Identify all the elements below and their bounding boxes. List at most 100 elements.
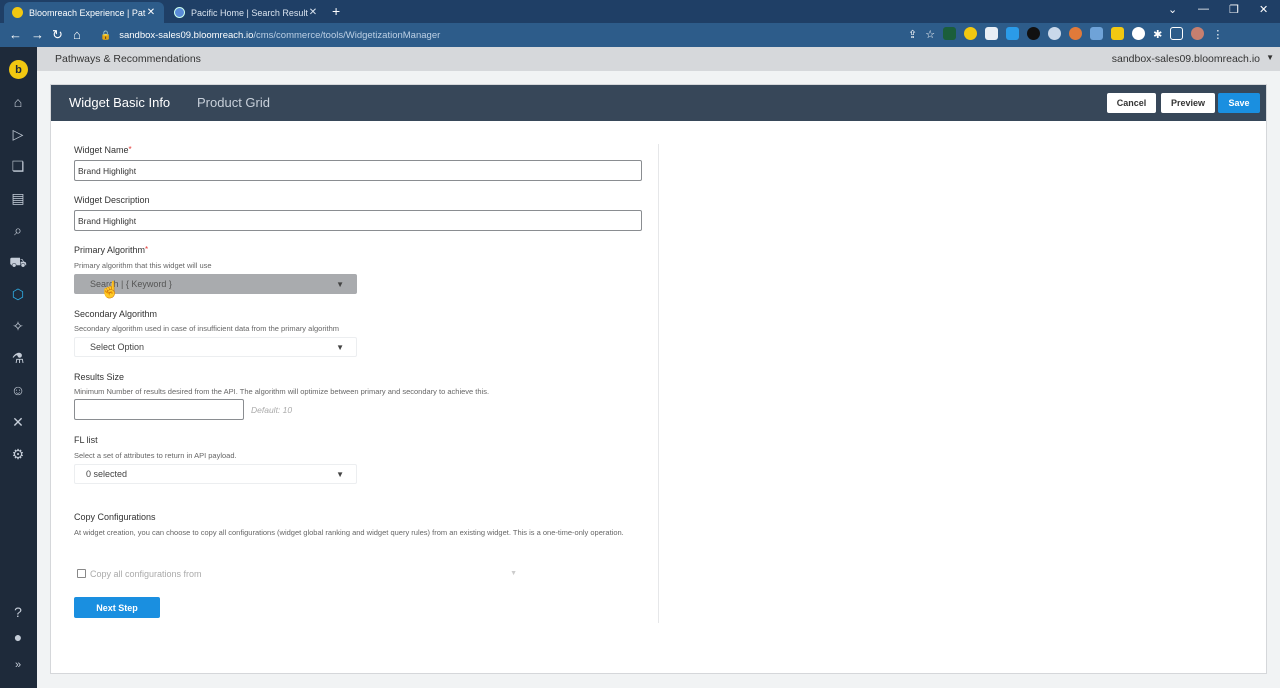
extension-bloomreach-icon[interactable]: [964, 27, 978, 40]
tab-search-chevron-icon[interactable]: ⌄: [1168, 3, 1177, 16]
copy-configurations-label: Copy Configurations: [74, 512, 156, 522]
extension-qr-icon[interactable]: [985, 27, 999, 40]
app-sidebar: b ⌂ ▷ ❏ ▤ ⌕ ⛟ ⬡ ✧ ⚗ ☺ ✕ ⚙ ? ● »: [0, 47, 37, 688]
flask-icon[interactable]: ⚗: [9, 349, 27, 367]
secondary-algorithm-label: Secondary Algorithm: [74, 309, 158, 319]
tab-title: Bloomreach Experience | Pathways: [29, 7, 146, 18]
cancel-button[interactable]: Cancel: [1107, 93, 1156, 113]
copy-configurations-checkbox[interactable]: [77, 569, 86, 578]
home-icon[interactable]: ⌂: [73, 27, 81, 43]
browser-tab-pacific-home[interactable]: Pacific Home | Search Results ✕: [166, 2, 326, 23]
widget-description-label: Widget Description: [74, 195, 150, 205]
browser-menu-icon[interactable]: ⋮: [1212, 27, 1223, 43]
search-document-icon[interactable]: ⌕: [9, 221, 27, 239]
home-icon[interactable]: ⌂: [9, 93, 27, 111]
extension-green-icon[interactable]: [943, 27, 957, 40]
play-icon[interactable]: ▷: [9, 125, 27, 143]
section-title: Pathways & Recommendations: [55, 53, 201, 65]
pacific-home-favicon-icon: [174, 7, 185, 18]
extension-toolbar: ⇪ ☆ ✱ ⋮: [908, 27, 1223, 43]
tools-icon[interactable]: ✕: [9, 413, 27, 431]
lock-icon: 🔒: [100, 29, 112, 40]
url-host: sandbox-sales09.bloomreach.io: [119, 29, 254, 41]
document-icon[interactable]: ▤: [9, 189, 27, 207]
chevron-down-icon: ▼: [336, 280, 344, 289]
primary-algorithm-label: Primary Algorithm*: [74, 245, 149, 255]
lightbulb-icon[interactable]: ✧: [9, 317, 27, 335]
users-icon[interactable]: ☺: [9, 381, 27, 399]
help-icon[interactable]: ?: [9, 603, 27, 621]
results-size-input[interactable]: [74, 399, 244, 420]
restore-window-icon[interactable]: ❐: [1229, 3, 1239, 16]
profile-avatar-icon[interactable]: [1191, 27, 1205, 40]
url-path: /cms/commerce/tools/WidgetizationManager: [253, 29, 441, 41]
fl-list-select[interactable]: 0 selected ▼: [74, 464, 357, 484]
content-icon[interactable]: ❏: [9, 157, 27, 175]
back-arrow-icon[interactable]: ←: [9, 27, 22, 43]
extension-blue-icon[interactable]: [1006, 27, 1020, 40]
preview-button[interactable]: Preview: [1161, 93, 1215, 113]
extensions-puzzle-icon[interactable]: ✱: [1153, 27, 1162, 43]
chevron-down-icon: ▼: [336, 343, 344, 352]
bloomreach-logo-icon[interactable]: b: [9, 60, 28, 79]
secondary-algorithm-select[interactable]: Select Option ▼: [74, 337, 357, 357]
tab-title: Pacific Home | Search Results: [191, 7, 308, 18]
bloomreach-favicon-icon: [12, 7, 23, 18]
required-marker: *: [128, 145, 132, 154]
expand-chevron-icon[interactable]: »: [9, 656, 27, 674]
required-marker: *: [145, 245, 149, 254]
extension-badge-icon[interactable]: [1090, 27, 1104, 40]
user-icon[interactable]: ●: [9, 628, 27, 646]
browser-tab-bloomreach[interactable]: Bloomreach Experience | Pathways ✕: [4, 2, 164, 23]
column-divider: [658, 144, 659, 623]
chevron-down-icon[interactable]: ▼: [510, 570, 517, 577]
browser-address-bar: ← → ↻ ⌂ 🔒 sandbox-sales09.bloomreach.io …: [0, 23, 1280, 47]
new-tab-plus-icon[interactable]: +: [332, 3, 340, 19]
widget-name-input[interactable]: Brand Highlight: [74, 160, 642, 181]
fl-list-hint: Select a set of attributes to return in …: [74, 451, 237, 460]
bookmark-star-icon[interactable]: ☆: [925, 27, 935, 43]
copy-configurations-hint: At widget creation, you can choose to co…: [74, 528, 624, 537]
chevron-down-icon: ▼: [336, 470, 344, 479]
secondary-algorithm-value: Select Option: [90, 342, 145, 352]
results-size-label: Results Size: [74, 372, 125, 382]
widget-description-input[interactable]: Brand Highlight: [74, 210, 642, 231]
extension-off-icon[interactable]: [1111, 27, 1125, 40]
share-icon[interactable]: ⇪: [908, 27, 917, 43]
results-size-default-hint: Default: 10: [251, 405, 293, 415]
reload-icon[interactable]: ↻: [52, 27, 63, 43]
sidebar-panel-icon[interactable]: [1170, 27, 1184, 40]
settings-gear-icon[interactable]: ⚙: [9, 445, 27, 463]
save-button[interactable]: Save: [1218, 93, 1260, 113]
cart-icon[interactable]: ⛟: [9, 253, 27, 271]
url-field[interactable]: 🔒 sandbox-sales09.bloomreach.io /cms/com…: [100, 27, 950, 43]
fl-list-label: FL list: [74, 435, 98, 445]
primary-algorithm-hint: Primary algorithm that this widget will …: [74, 261, 212, 270]
cube-icon[interactable]: ⬡: [9, 285, 27, 303]
widget-panel-header: Widget Basic Info Product Grid Cancel Pr…: [51, 85, 1266, 121]
secondary-algorithm-hint: Secondary algorithm used in case of insu…: [74, 324, 339, 333]
minimize-window-icon[interactable]: —: [1198, 3, 1209, 15]
widget-panel: Widget Basic Info Product Grid Cancel Pr…: [50, 84, 1267, 674]
account-switcher[interactable]: sandbox-sales09.bloomreach.io: [1112, 53, 1260, 65]
forward-arrow-icon[interactable]: →: [31, 27, 44, 43]
close-tab-icon[interactable]: ✕: [146, 7, 156, 18]
hand-cursor-icon: ☝: [100, 282, 120, 299]
copy-configurations-checkbox-label: Copy all configurations from: [90, 568, 202, 579]
account-dropdown-icon[interactable]: ▼: [1266, 53, 1274, 62]
browser-tab-bar: Bloomreach Experience | Pathways ✕ Pacif…: [0, 0, 1280, 23]
close-window-icon[interactable]: ✕: [1259, 3, 1268, 16]
extension-cookie-icon[interactable]: [1069, 27, 1083, 40]
copy-configurations-row: Copy all configurations from ▼: [77, 567, 517, 580]
extension-dark-icon[interactable]: [1027, 27, 1041, 40]
results-size-hint: Minimum Number of results desired from t…: [74, 387, 490, 396]
app-top-bar: Pathways & Recommendations sandbox-sales…: [37, 47, 1280, 71]
widget-name-label: Widget Name*: [74, 145, 132, 155]
close-tab-icon[interactable]: ✕: [308, 7, 318, 18]
extension-globe-icon[interactable]: [1048, 27, 1062, 40]
tab-product-grid[interactable]: Product Grid: [197, 95, 270, 110]
next-step-button[interactable]: Next Step: [74, 597, 160, 618]
fl-list-value: 0 selected: [86, 469, 128, 479]
tab-widget-basic-info[interactable]: Widget Basic Info: [69, 95, 170, 110]
extension-white-icon[interactable]: [1132, 27, 1146, 40]
